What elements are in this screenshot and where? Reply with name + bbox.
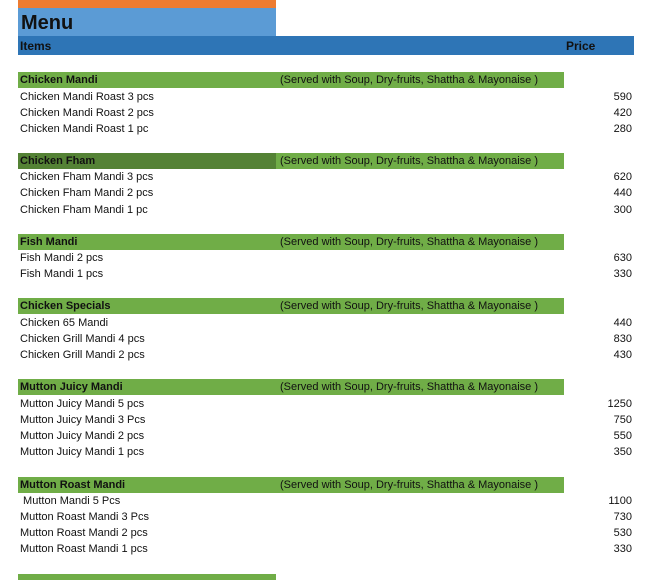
item-name: Fish Mandi 1 pcs	[20, 268, 104, 280]
category-name: Mutton Roast Mandi	[20, 479, 126, 491]
item-price: 330	[613, 543, 632, 555]
category-note: (Served with Soup, Dry-fruits, Shattha &…	[280, 155, 538, 167]
menu-item-row: Chicken Fham Mandi 2 pcs 440	[18, 185, 634, 201]
category-header-chicken-specials: Chicken Specials (Served with Soup, Dry-…	[18, 298, 564, 314]
menu-item-row: Chicken 65 Mandi 440	[18, 315, 634, 331]
item-price: 530	[613, 527, 632, 539]
category-name-cell: Mutton Roast Mandi	[18, 477, 276, 493]
category-name: Chicken Mandi	[20, 74, 98, 86]
menu-item-row: Mutton Roast Mandi 3 Pcs 730	[18, 509, 634, 525]
category-note: (Served with Soup, Dry-fruits, Shattha &…	[280, 479, 538, 491]
menu-item-row: Mutton Juicy Mandi 2 pcs 550	[18, 428, 634, 444]
menu-item-row: Chicken Grill Mandi 4 pcs 830	[18, 331, 634, 347]
items-column-header: Items	[20, 39, 52, 53]
item-price: 440	[613, 187, 632, 199]
category-header-fish-mandi: Fish Mandi (Served with Soup, Dry-fruits…	[18, 234, 564, 250]
category-name-cell: Chicken Mandi	[18, 72, 276, 88]
item-name: Mutton Mandi 5 Pcs	[20, 495, 121, 507]
menu-item-row: Chicken Mandi Roast 1 pc 280	[18, 121, 634, 137]
menu-item-row: Chicken Grill Mandi 2 pcs 430	[18, 347, 634, 363]
item-name: Chicken Mandi Roast 1 pc	[20, 123, 149, 135]
item-price: 750	[613, 414, 632, 426]
category-name: Fish Mandi	[20, 236, 78, 248]
menu-item-row: Chicken Mandi Roast 2 pcs 420	[18, 105, 634, 121]
menu-item-row: Mutton Mandi 5 Pcs 1100	[18, 493, 634, 509]
item-price: 590	[613, 91, 632, 103]
menu-item-row: Mutton Juicy Mandi 3 Pcs 750	[18, 412, 634, 428]
category-name: Mutton Juicy Mandi	[20, 381, 123, 393]
menu-item-row: Chicken Fham Mandi 1 pc 300	[18, 202, 634, 218]
item-name: Mutton Juicy Mandi 3 Pcs	[20, 414, 146, 426]
item-name: Mutton Juicy Mandi 1 pcs	[20, 446, 145, 458]
category-header-chicken-mandi: Chicken Mandi (Served with Soup, Dry-fru…	[18, 72, 564, 88]
menu-item-row: Mutton Roast Mandi 1 pcs 330	[18, 541, 634, 557]
item-name: Chicken Mandi Roast 3 pcs	[20, 91, 154, 103]
column-header-row: Items Price	[18, 36, 634, 55]
category-name-cell: Mutton Juicy Mandi	[18, 379, 276, 395]
item-price: 330	[613, 268, 632, 280]
category-header-mutton-juicy-mandi: Mutton Juicy Mandi (Served with Soup, Dr…	[18, 379, 564, 395]
item-name: Mutton Roast Mandi 3 Pcs	[20, 511, 150, 523]
item-price: 830	[613, 333, 632, 345]
item-name: Chicken Grill Mandi 2 pcs	[20, 349, 145, 361]
category-note: (Served with Soup, Dry-fruits, Shattha &…	[280, 300, 538, 312]
item-name: Mutton Roast Mandi 1 pcs	[20, 543, 148, 555]
next-category-header	[18, 574, 276, 580]
item-price: 1100	[608, 495, 632, 507]
category-note: (Served with Soup, Dry-fruits, Shattha &…	[280, 236, 538, 248]
item-price: 620	[613, 171, 632, 183]
menu-item-row: Mutton Juicy Mandi 5 pcs 1250	[18, 396, 634, 412]
item-name: Chicken Mandi Roast 2 pcs	[20, 107, 154, 119]
item-name: Chicken Fham Mandi 2 pcs	[20, 187, 154, 199]
category-name: Chicken Specials	[20, 300, 111, 312]
item-price: 300	[613, 204, 632, 216]
item-name: Mutton Roast Mandi 2 pcs	[20, 527, 148, 539]
category-note: (Served with Soup, Dry-fruits, Shattha &…	[280, 381, 538, 393]
item-price: 350	[613, 446, 632, 458]
menu-title: Menu	[21, 12, 74, 34]
item-name: Mutton Juicy Mandi 5 pcs	[20, 398, 145, 410]
category-note: (Served with Soup, Dry-fruits, Shattha &…	[280, 74, 538, 86]
menu-item-row: Fish Mandi 2 pcs 630	[18, 250, 634, 266]
item-price: 730	[613, 511, 632, 523]
item-price: 420	[613, 107, 632, 119]
menu-item-row: Fish Mandi 1 pcs 330	[18, 266, 634, 282]
item-name: Mutton Juicy Mandi 2 pcs	[20, 430, 145, 442]
item-price: 430	[613, 349, 632, 361]
top-banner	[18, 0, 276, 8]
item-name: Chicken Fham Mandi 1 pc	[20, 204, 148, 216]
menu-item-row: Chicken Mandi Roast 3 pcs 590	[18, 89, 634, 105]
item-name: Chicken Grill Mandi 4 pcs	[20, 333, 145, 345]
item-name: Chicken Fham Mandi 3 pcs	[20, 171, 154, 183]
menu-item-row: Chicken Fham Mandi 3 pcs 620	[18, 169, 634, 185]
category-name-cell: Chicken Specials	[18, 298, 276, 314]
category-name-cell: Chicken Fham	[18, 153, 276, 169]
item-price: 630	[613, 252, 632, 264]
menu-item-row: Mutton Juicy Mandi 1 pcs 350	[18, 444, 634, 460]
category-name: Chicken Fham	[20, 155, 96, 167]
menu-title-block: Menu	[18, 8, 276, 36]
item-name: Chicken 65 Mandi	[20, 317, 109, 329]
item-price: 550	[613, 430, 632, 442]
item-price: 1250	[607, 398, 632, 410]
category-header-chicken-fham: Chicken Fham (Served with Soup, Dry-frui…	[18, 153, 564, 169]
item-price: 280	[613, 123, 632, 135]
item-price: 440	[613, 317, 632, 329]
category-header-mutton-roast-mandi: Mutton Roast Mandi (Served with Soup, Dr…	[18, 477, 564, 493]
category-name-cell: Fish Mandi	[18, 234, 276, 250]
price-column-header: Price	[566, 39, 596, 53]
menu-item-row: Mutton Roast Mandi 2 pcs 530	[18, 525, 634, 541]
item-name: Fish Mandi 2 pcs	[20, 252, 104, 264]
